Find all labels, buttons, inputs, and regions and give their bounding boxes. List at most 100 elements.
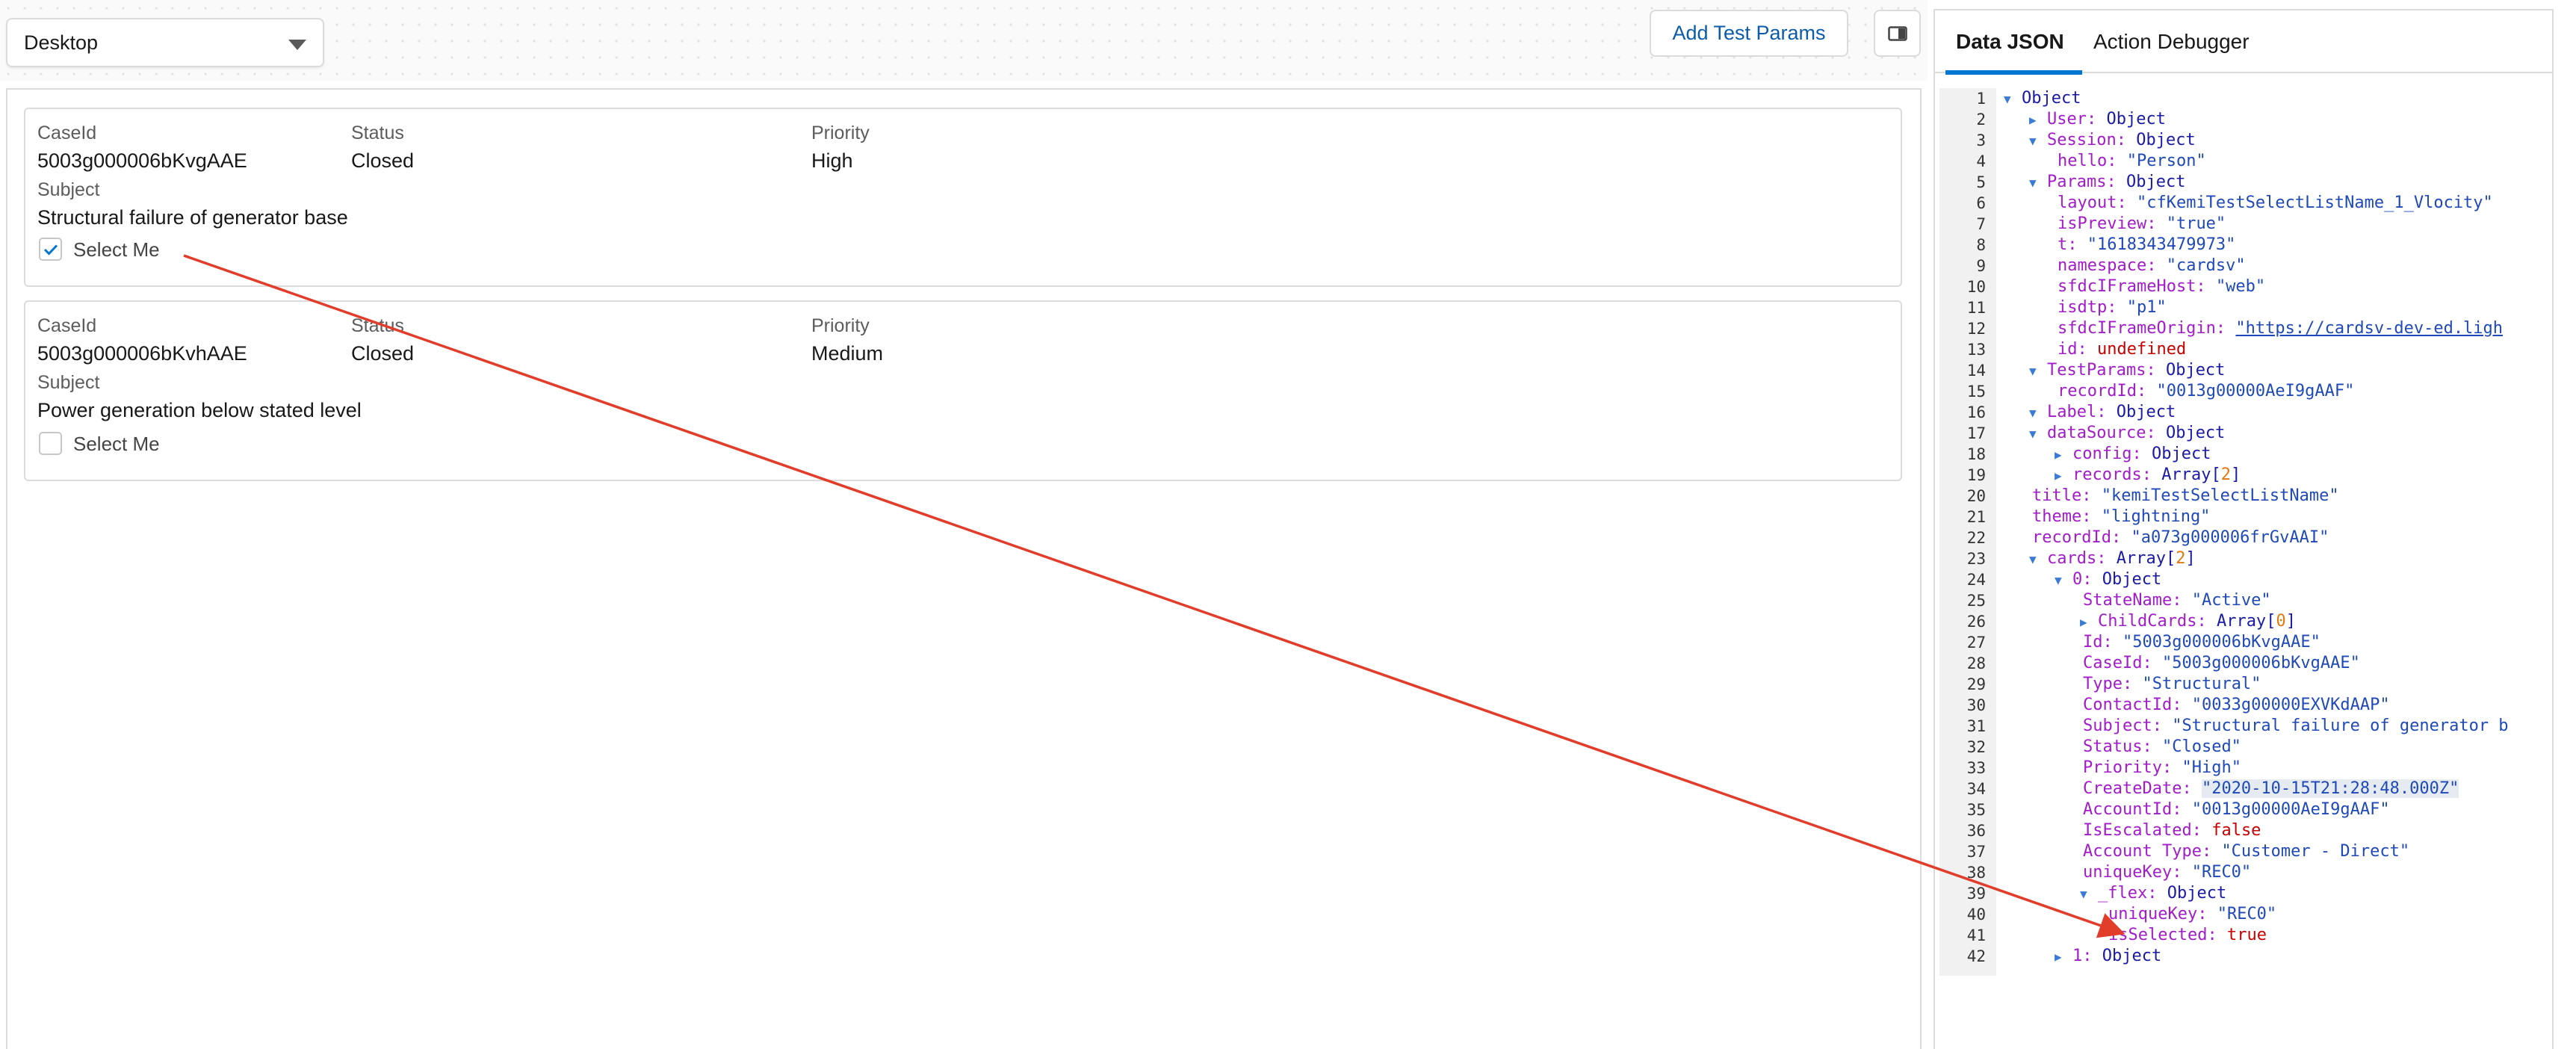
line-number: 15 [1966,383,1986,400]
json-line[interactable]: 5 ▼ Params: Object [1939,172,2549,193]
line-number: 30 [1966,696,1986,714]
json-value[interactable]: "https://cardsv-dev-ed.ligh [2235,319,2503,338]
app-root: Desktop Add Test Params CaseId 5003g0000… [0,0,2576,1049]
json-key: Status: [2083,737,2152,756]
json-line: 12 sfdcIFrameOrigin: "https://cardsv-dev-… [1939,318,2549,339]
json-key: AccountId: [2083,800,2182,819]
json-line[interactable]: 14 ▼ TestParams: Object [1939,360,2549,381]
json-line-content: isPreview: "true" [2055,214,2226,235]
json-line-content: theme: "lightning" [2029,507,2210,527]
line-number: 33 [1966,759,1986,777]
json-key: recordId: [2032,528,2122,547]
json-key: hello: [2058,152,2117,170]
caseid-value: 5003g000006bKvgAAE [37,149,247,172]
json-key: t: [2058,235,2078,254]
caseid-value: 5003g000006bKvhAAE [37,342,247,365]
expanded-triangle-icon[interactable]: ▼ [2080,884,2098,905]
json-line[interactable]: 16 ▼ Label: Object [1939,402,2549,423]
json-line[interactable]: 17 ▼ dataSource: Object [1939,423,2549,444]
collapsed-triangle-icon[interactable]: ▶ [2080,612,2098,633]
json-key: uniqueKey: [2108,905,2208,923]
collapsed-triangle-icon[interactable]: ▶ [2055,947,2072,968]
json-line-content: uniqueKey: "REC0" [2080,862,2251,883]
line-number: 36 [1966,822,1986,840]
json-line-content: CaseId: "5003g000006bKvgAAE" [2080,653,2360,674]
expanded-triangle-icon[interactable]: ▼ [2004,89,2022,110]
json-value: "kemiTestSelectListName" [2101,486,2339,505]
line-number: 34 [1966,780,1986,798]
select-me-label[interactable]: Select Me [73,238,160,262]
json-line: 28 CaseId: "5003g000006bKvgAAE" [1939,653,2549,674]
json-key: Params: [2047,173,2117,191]
json-line[interactable]: 23 ▼ cards: Array[2] [1939,548,2549,569]
expanded-triangle-icon[interactable]: ▼ [2029,361,2047,382]
collapsed-triangle-icon[interactable]: ▶ [2029,110,2047,131]
select-me-checkbox[interactable] [39,238,62,261]
select-me-label[interactable]: Select Me [73,433,160,456]
expanded-triangle-icon[interactable]: ▼ [2029,403,2047,424]
json-line[interactable]: 39 ▼ _flex: Object [1939,883,2549,904]
json-key: 0: [2072,570,2093,589]
line-number: 20 [1966,487,1986,505]
json-key: isSelected: [2108,926,2217,944]
json-line[interactable]: 24 ▼ 0: Object [1939,569,2549,590]
json-value: true [2226,926,2267,944]
subject-label: Subject [37,372,100,393]
json-line[interactable]: 3 ▼ Session: Object [1939,130,2549,151]
priority-label: Priority [811,315,870,336]
json-key: layout: [2058,194,2127,212]
json-line[interactable]: 19 ▶ records: Array[2] [1939,465,2549,486]
add-test-params-button[interactable]: Add Test Params [1650,10,1848,57]
json-key: Type: [2083,675,2133,693]
expanded-triangle-icon[interactable]: ▼ [2029,424,2047,445]
expanded-triangle-icon[interactable]: ▼ [2029,131,2047,152]
json-value: Object [2022,89,2081,108]
tab-data-json[interactable]: Data JSON [1945,10,2082,75]
json-line[interactable]: 26 ▶ ChildCards: Array[0] [1939,611,2549,632]
json-line-content: ▶ config: Object [2055,444,2211,465]
collapsed-triangle-icon[interactable]: ▶ [2055,445,2072,465]
json-value: "REC0" [2191,863,2252,882]
json-line-content: Account Type: "Customer - Direct" [2080,841,2409,862]
json-line[interactable]: 42 ▶ 1: Object [1939,946,2549,967]
json-line-content: ▼ _flex: Object [2080,883,2226,905]
json-line[interactable]: 2 ▶ User: Object [1939,109,2549,130]
json-line[interactable]: 1 ▼ Object [1939,88,2549,109]
json-value: "lightning" [2101,507,2211,526]
json-line: 38 uniqueKey: "REC0" [1939,862,2549,883]
json-value: Object [2136,131,2196,149]
json-line: 20 title: "kemiTestSelectListName" [1939,486,2549,507]
device-select[interactable]: Desktop [6,18,324,67]
json-key: IsEscalated: [2083,821,2202,840]
json-key: cards: [2047,549,2107,568]
line-number: 10 [1966,278,1986,296]
json-value: "web" [2215,277,2266,296]
line-number: 39 [1966,885,1986,903]
json-line-content: recordId: "0013g00000AeI9gAAF" [2055,381,2354,402]
collapsed-triangle-icon[interactable]: ▶ [2055,465,2072,486]
json-line-content: ▶ 1: Object [2055,946,2161,968]
json-value: "0013g00000AeI9gAAF" [2191,800,2390,819]
json-key: TestParams: [2047,361,2156,380]
expanded-triangle-icon[interactable]: ▼ [2055,570,2072,591]
json-key: sfdcIFrameHost: [2058,277,2206,296]
tab-action-debugger[interactable]: Action Debugger [2093,10,2250,73]
json-line: 15 recordId: "0013g00000AeI9gAAF" [1939,381,2549,402]
toggle-panel-button[interactable] [1874,10,1921,57]
json-line-content: hello: "Person" [2055,151,2206,172]
json-line: 33 Priority: "High" [1939,758,2549,779]
line-number: 18 [1966,445,1986,463]
expanded-triangle-icon[interactable]: ▼ [2029,549,2047,570]
line-number: 32 [1966,738,1986,756]
line-number: 22 [1966,529,1986,547]
expanded-triangle-icon[interactable]: ▼ [2029,173,2047,194]
status-label: Status [351,123,404,143]
json-key: title: [2032,486,2092,505]
line-number: 28 [1966,655,1986,672]
json-line[interactable]: 18 ▶ config: Object [1939,444,2549,465]
json-key: _flex: [2098,884,2158,903]
json-line-content: ▼ dataSource: Object [2029,423,2225,445]
select-me-checkbox[interactable] [39,432,62,455]
json-line-content: ▼ Session: Object [2029,130,2196,152]
json-viewer[interactable]: 1 ▼ Object 2 ▶ User: Object 3 ▼ Session: Object 4… [1939,88,2549,976]
